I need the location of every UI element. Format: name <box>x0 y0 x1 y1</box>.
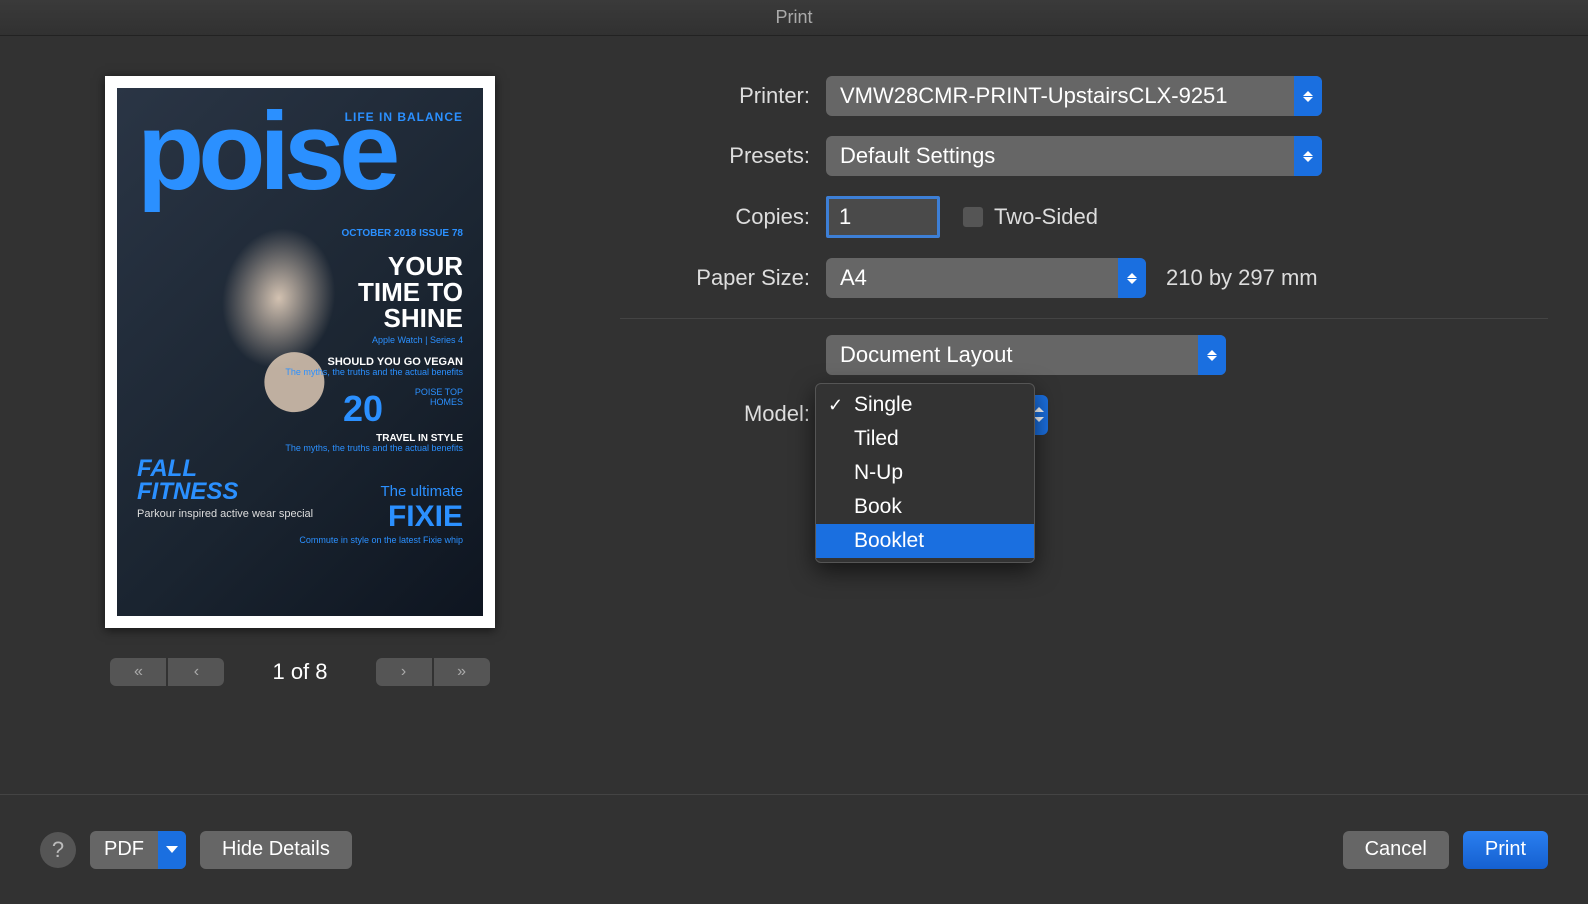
cover-issue: OCTOBER 2018 ISSUE 78 <box>341 228 463 239</box>
two-sided-label: Two-Sided <box>994 204 1098 230</box>
content-area: LIFE IN BALANCE poise OCTOBER 2018 ISSUE… <box>0 36 1588 794</box>
settings-column: Printer: VMW28CMR-PRINT-UpstairsCLX-9251… <box>620 76 1548 794</box>
printer-select[interactable]: VMW28CMR-PRINT-UpstairsCLX-9251 <box>826 76 1322 116</box>
divider <box>620 318 1548 319</box>
hide-details-button[interactable]: Hide Details <box>200 831 352 869</box>
mode-dropdown: Single Tiled N-Up Book Booklet <box>815 383 1035 563</box>
titlebar: Print <box>0 0 1588 36</box>
cover-title: poise <box>137 108 394 196</box>
page-indicator: 1 of 8 <box>272 659 327 685</box>
presets-label: Presets: <box>620 143 810 169</box>
pdf-button[interactable]: PDF <box>90 831 186 869</box>
help-button[interactable]: ? <box>40 832 76 868</box>
cover-bignum: 20 <box>343 388 383 430</box>
next-page-button[interactable]: › <box>376 658 432 686</box>
print-button[interactable]: Print <box>1463 831 1548 869</box>
mode-row: Model: Single Tiled N-Up Book Booklet <box>620 395 1548 427</box>
chevron-down-icon <box>158 831 186 869</box>
window-title: Print <box>775 7 812 28</box>
updown-icon <box>1198 335 1226 375</box>
two-sided-checkbox[interactable] <box>962 206 984 228</box>
preview-pager: « ‹ 1 of 8 › » <box>110 658 489 686</box>
mode-option-single[interactable]: Single <box>816 388 1034 422</box>
print-dialog: Print LIFE IN BALANCE poise OCTOBER 2018… <box>0 0 1588 904</box>
preview-page: LIFE IN BALANCE poise OCTOBER 2018 ISSUE… <box>105 76 495 628</box>
copies-label: Copies: <box>620 204 810 230</box>
cover-ultimate: The ultimate <box>380 483 463 500</box>
cancel-button[interactable]: Cancel <box>1343 831 1449 869</box>
cover-headline: YOUR TIME TO SHINE <box>358 253 463 331</box>
mode-option-nup[interactable]: N-Up <box>816 456 1034 490</box>
cover-watch: Apple Watch | Series 4 <box>372 336 463 346</box>
section-select[interactable]: Document Layout <box>826 335 1226 375</box>
magazine-cover: LIFE IN BALANCE poise OCTOBER 2018 ISSUE… <box>117 88 483 616</box>
cover-fall: FALL FITNESS <box>137 458 238 504</box>
cover-vegan: SHOULD YOU GO VEGAN The myths, the truth… <box>285 356 463 378</box>
mode-option-booklet[interactable]: Booklet <box>816 524 1034 558</box>
mode-option-book[interactable]: Book <box>816 490 1034 524</box>
cover-fixie: FIXIE <box>388 500 463 534</box>
prev-page-button[interactable]: ‹ <box>168 658 224 686</box>
mode-label: Model: <box>620 395 810 427</box>
mode-option-tiled[interactable]: Tiled <box>816 422 1034 456</box>
cover-fixie-sub: Commute in style on the latest Fixie whi… <box>299 536 463 546</box>
cover-homes: POISE TOP HOMES <box>383 388 463 408</box>
first-page-button[interactable]: « <box>110 658 166 686</box>
cover-travel: TRAVEL IN STYLE The myths, the truths an… <box>285 433 463 454</box>
copies-input[interactable] <box>826 196 940 238</box>
last-page-button[interactable]: » <box>434 658 490 686</box>
footer: ? PDF Hide Details Cancel Print <box>0 794 1588 904</box>
paper-size-label: Paper Size: <box>620 265 810 291</box>
printer-label: Printer: <box>620 83 810 109</box>
updown-icon <box>1294 76 1322 116</box>
paper-size-select[interactable]: A4 <box>826 258 1146 298</box>
paper-dimensions: 210 by 297 mm <box>1166 265 1318 291</box>
presets-select[interactable]: Default Settings <box>826 136 1322 176</box>
cover-fall-sub: Parkour inspired active wear special <box>137 508 313 521</box>
preview-column: LIFE IN BALANCE poise OCTOBER 2018 ISSUE… <box>40 76 560 794</box>
updown-icon <box>1118 258 1146 298</box>
updown-icon <box>1294 136 1322 176</box>
